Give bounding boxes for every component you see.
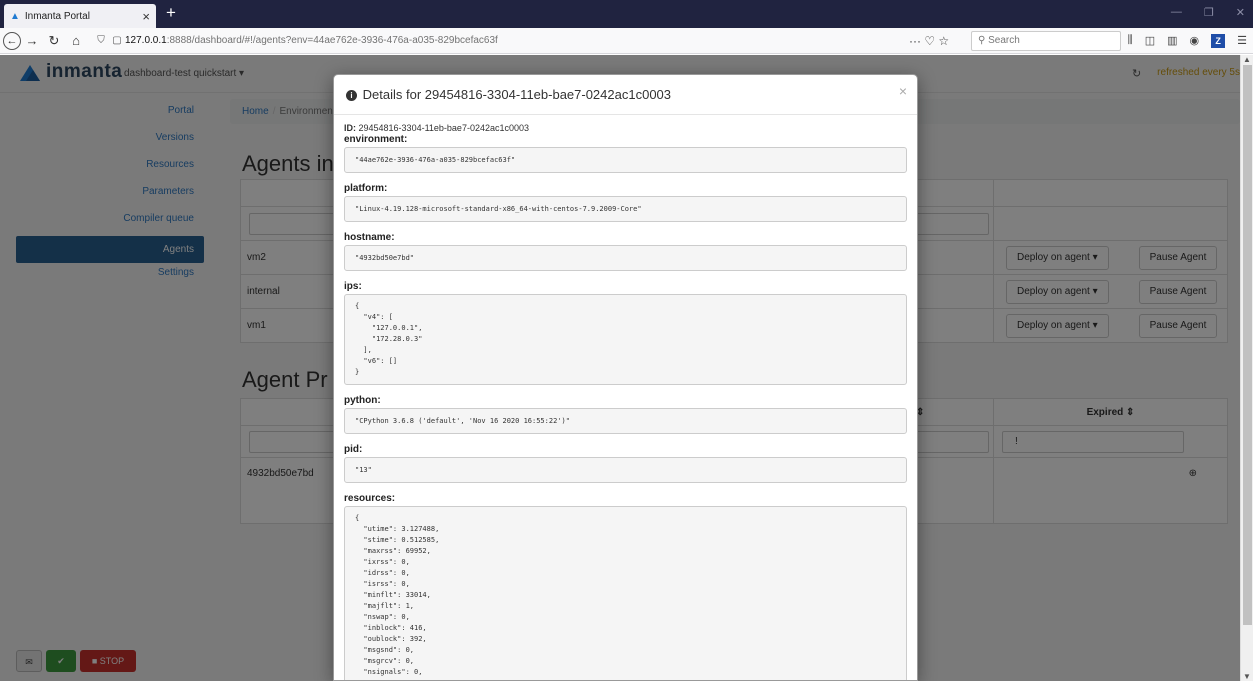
field-value-environment: "44ae762e-3936-476a-a035-829bcefac63f" xyxy=(344,147,907,173)
field-value-hostname: "4932bd50e7bd" xyxy=(344,245,907,271)
new-tab-button[interactable]: + xyxy=(160,3,182,23)
sidebar-icon[interactable]: ◫ xyxy=(1145,34,1155,47)
minimize-icon[interactable]: — xyxy=(1171,6,1182,19)
field-value-ips: { "v4": [ "127.0.0.1", "172.28.0.3" ], "… xyxy=(344,294,907,385)
menu-icon[interactable]: ☰ xyxy=(1237,34,1247,47)
search-icon: ⚲ xyxy=(978,35,989,46)
zotero-icon[interactable]: Z xyxy=(1211,33,1226,48)
forward-button[interactable]: → xyxy=(21,33,43,48)
back-button[interactable]: ← xyxy=(3,31,21,50)
field-value-resources: { "utime": 3.127488, "stime": 0.512585, … xyxy=(344,506,907,680)
restore-icon[interactable]: ❐ xyxy=(1204,6,1214,19)
field-label-environment: environment: xyxy=(344,134,408,145)
browser-tools: ⫼ ◫ ▥ ◉ Z ☰ xyxy=(1128,33,1247,48)
close-tab-icon[interactable]: × xyxy=(142,9,150,24)
modal-header: i Details for 29454816-3304-11eb-bae7-02… xyxy=(334,75,917,115)
close-icon[interactable]: × xyxy=(899,83,907,99)
field-label-platform: platform: xyxy=(344,183,388,194)
field-value-platform: "Linux-4.19.128-microsoft-standard-x86_6… xyxy=(344,196,907,222)
field-label-python: python: xyxy=(344,395,381,406)
browser-toolbar: ← → ↻ ⌂ ⛉ ▢ 127.0.0.1:8888/dashboard/#!/… xyxy=(0,28,1253,54)
window-controls: — ❐ ✕ xyxy=(1171,6,1245,19)
modal-title: Details for 29454816-3304-11eb-bae7-0242… xyxy=(362,87,672,102)
tab-title: Inmanta Portal xyxy=(24,10,90,22)
page-actions[interactable]: ··· ♡ ☆ xyxy=(909,34,963,48)
page-icon: ▢ xyxy=(112,35,122,46)
field-label-resources: resources: xyxy=(344,493,396,504)
inmanta-favicon-icon: ▲ xyxy=(10,10,20,22)
details-modal: i Details for 29454816-3304-11eb-bae7-02… xyxy=(333,74,918,681)
page-scrollbar[interactable]: ▲ ▼ xyxy=(1240,55,1253,681)
search-input[interactable]: ⚲ Search xyxy=(971,30,1121,51)
account-icon[interactable]: ◉ xyxy=(1190,34,1200,47)
field-label-pid: pid: xyxy=(344,444,363,455)
browser-tab[interactable]: ▲ Inmanta Portal × xyxy=(4,4,156,28)
modal-body: ID: 29454816-3304-11eb-bae7-0242ac1c0003… xyxy=(334,115,917,680)
scrollbar-thumb[interactable] xyxy=(1243,65,1252,625)
library-icon[interactable]: ⫼ xyxy=(1128,34,1133,47)
scroll-down-icon[interactable]: ▼ xyxy=(1241,672,1253,681)
field-label-hostname: hostname: xyxy=(344,232,395,243)
field-value-pid: "13" xyxy=(344,457,907,483)
shield-icon[interactable]: ⛉ xyxy=(93,35,109,46)
field-label-ips: ips: xyxy=(344,281,362,292)
home-button[interactable]: ⌂ xyxy=(65,33,87,48)
reload-button[interactable]: ↻ xyxy=(43,33,65,49)
scroll-up-icon[interactable]: ▲ xyxy=(1241,55,1253,64)
browser-tab-strip: ▲ Inmanta Portal × + — ❐ ✕ xyxy=(0,0,1253,28)
address-bar[interactable]: ⛉ ▢ 127.0.0.1:8888/dashboard/#!/agents?e… xyxy=(93,31,909,51)
close-window-icon[interactable]: ✕ xyxy=(1236,6,1245,19)
info-icon: i xyxy=(346,90,357,101)
id-line: ID: 29454816-3304-11eb-bae7-0242ac1c0003 xyxy=(344,123,529,133)
url-text[interactable]: 127.0.0.1:8888/dashboard/#!/agents?env=4… xyxy=(125,35,909,46)
reader-icon[interactable]: ▥ xyxy=(1167,34,1177,47)
field-value-python: "CPython 3.6.8 ('default', 'Nov 16 2020 … xyxy=(344,408,907,434)
